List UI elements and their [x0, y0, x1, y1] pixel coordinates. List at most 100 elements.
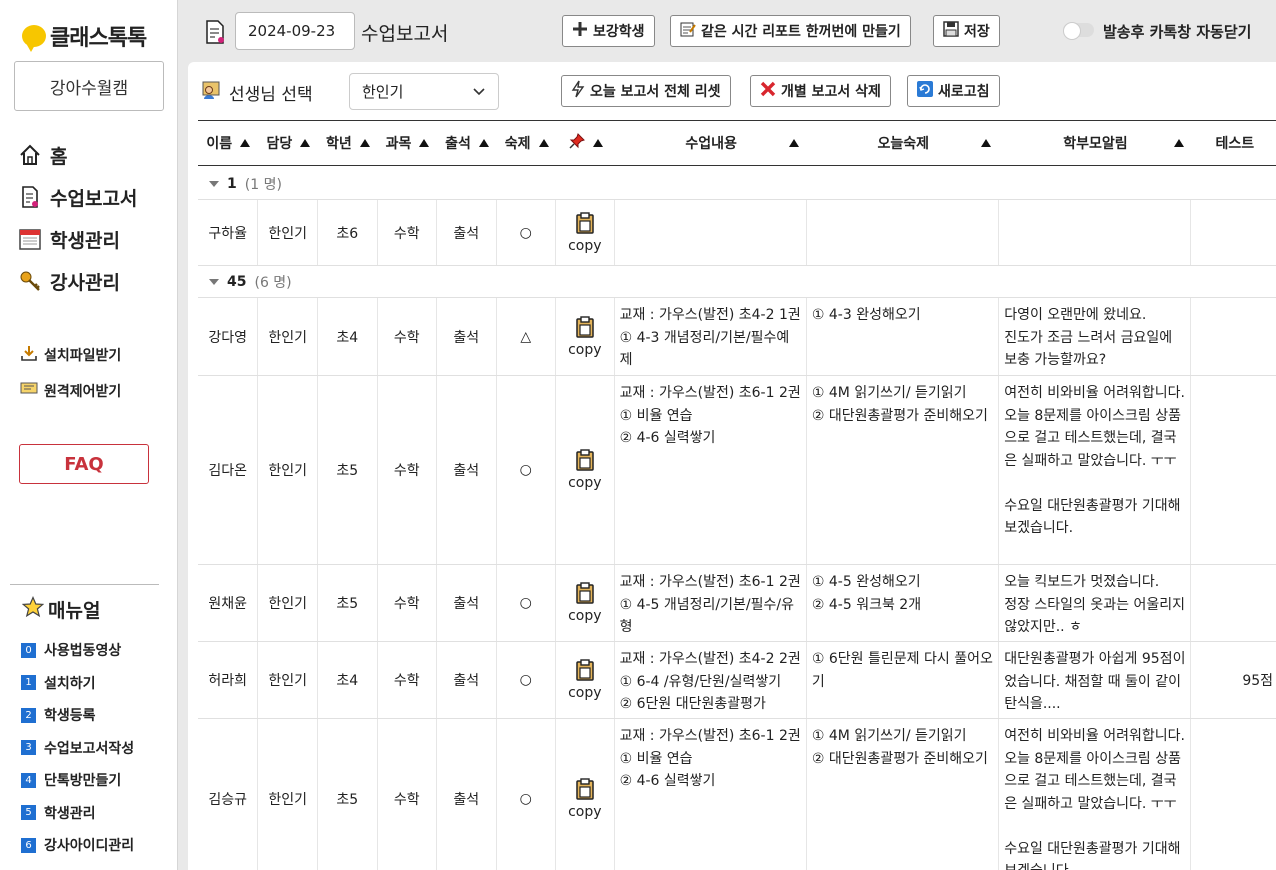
- cell-hw[interactable]: ○: [497, 376, 557, 564]
- copy-button[interactable]: copy: [568, 659, 602, 701]
- cell-today_hw[interactable]: ① 4M 읽기쓰기/ 듣기읽기 ② 대단원총괄평가 준비해오기: [807, 719, 1000, 870]
- save-button[interactable]: 저장: [933, 15, 1000, 47]
- manual-item[interactable]: 1 설치하기: [21, 667, 134, 700]
- table-row[interactable]: 구하율 한인기 초6 수학 출석 ○ copy: [198, 200, 1276, 266]
- manual-item[interactable]: 4 단톡방만들기: [21, 764, 134, 797]
- manual-item[interactable]: 3 수업보고서작성: [21, 732, 134, 765]
- logo[interactable]: 클래스톡톡: [22, 20, 147, 52]
- download-install-link[interactable]: 설치파일받기: [20, 337, 121, 373]
- cell-pin[interactable]: copy: [556, 200, 615, 265]
- cell-today_hw[interactable]: [807, 200, 1000, 265]
- cell-today_hw[interactable]: ① 6단원 틀린문제 다시 풀어오기: [807, 642, 1000, 718]
- manual-item[interactable]: 2 학생등록: [21, 699, 134, 732]
- table-row[interactable]: 원채윤 한인기 초5 수학 출석 ○ copy 교재 : 가우스(발전) 초6-1 2권 ① …: [198, 565, 1276, 642]
- cell-test[interactable]: [1191, 298, 1276, 375]
- cell-parent[interactable]: 여전히 비와비율 어려워합니다. 오늘 8문제를 아이스크림 상품으로 걸고 테…: [999, 376, 1192, 564]
- cell-pin[interactable]: copy: [556, 298, 615, 375]
- nav-item-teachers[interactable]: 강사관리: [18, 260, 137, 302]
- same-time-report-button[interactable]: 같은 시간 리포트 한꺼번에 만들기: [670, 15, 911, 47]
- table-row[interactable]: 강다영 한인기 초4 수학 출석 △ copy 교재 : 가우스(발전) 초4-2 1권 ① …: [198, 298, 1276, 376]
- manual-item[interactable]: 0 사용법동영상: [21, 634, 134, 667]
- cell-content[interactable]: 교재 : 가우스(발전) 초6-1 2권 ① 4-5 개념정리/기본/필수/유형: [615, 565, 807, 641]
- refresh-button[interactable]: 새로고침: [907, 75, 1000, 107]
- remote-control-link[interactable]: 원격제어받기: [20, 373, 121, 409]
- copy-label: copy: [568, 685, 602, 701]
- cell-test[interactable]: [1191, 200, 1276, 265]
- group-header[interactable]: 45 (6 명): [198, 266, 1276, 298]
- cell-attend[interactable]: 출석: [437, 376, 497, 564]
- copy-button[interactable]: copy: [568, 777, 602, 820]
- manual-item[interactable]: 5 학생관리: [21, 797, 134, 830]
- column-header-today_hw[interactable]: 오늘숙제: [807, 121, 999, 165]
- sort-up-icon: [981, 139, 992, 147]
- cell-test[interactable]: 95점: [1191, 642, 1276, 718]
- column-header-hw[interactable]: 숙제: [497, 121, 557, 165]
- cell-attend[interactable]: 출석: [437, 719, 497, 870]
- column-header-grade[interactable]: 학년: [318, 121, 378, 165]
- cell-parent[interactable]: [999, 200, 1192, 265]
- column-header-content[interactable]: 수업내용: [615, 121, 807, 165]
- cell-test[interactable]: [1191, 719, 1276, 870]
- cell-test[interactable]: [1191, 376, 1276, 564]
- cell-teacher: 한인기: [258, 642, 318, 718]
- teacher-label-text: 선생님 선택: [229, 85, 313, 105]
- faq-button[interactable]: FAQ: [19, 444, 149, 484]
- cell-pin[interactable]: copy: [556, 642, 615, 718]
- cell-content[interactable]: 교재 : 가우스(발전) 초4-2 1권 ① 4-3 개념정리/기본/필수예제: [615, 298, 807, 375]
- makeup-student-button[interactable]: 보강학생: [562, 15, 655, 47]
- table-row[interactable]: 김다온 한인기 초5 수학 출석 ○ copy 교재 : 가우스(발전) 초6-1 2권 ① …: [198, 376, 1276, 565]
- cell-hw[interactable]: ○: [497, 642, 557, 718]
- cell-today_hw[interactable]: ① 4-5 완성해오기 ② 4-5 워크북 2개: [807, 565, 1000, 641]
- column-header-parent[interactable]: 학부모알림: [999, 121, 1191, 165]
- cell-parent[interactable]: 다영이 오랜만에 왔네요. 진도가 조금 느려서 금요일에 보충 가능할까요?: [999, 298, 1192, 375]
- monitor-icon: [20, 382, 38, 400]
- column-header-attend[interactable]: 출석: [437, 121, 497, 165]
- cell-hw[interactable]: ○: [497, 200, 557, 265]
- column-header-subject[interactable]: 과목: [378, 121, 438, 165]
- cell-pin[interactable]: copy: [556, 376, 615, 564]
- cell-parent[interactable]: 여전히 비와비율 어려워합니다. 오늘 8문제를 아이스크림 상품으로 걸고 테…: [999, 719, 1192, 870]
- column-header-pin[interactable]: [556, 121, 615, 165]
- cell-pin[interactable]: copy: [556, 565, 615, 641]
- cell-hw[interactable]: ○: [497, 719, 557, 870]
- column-header-test[interactable]: 테스트: [1192, 121, 1276, 165]
- auto-close-label: 발송후 카톡창 자동닫기: [1103, 23, 1252, 41]
- cell-today_hw[interactable]: ① 4-3 완성해오기: [807, 298, 1000, 375]
- nav-item-students[interactable]: 학생관리: [18, 218, 137, 260]
- nav-item-report[interactable]: 수업보고서: [18, 176, 137, 218]
- reset-all-button[interactable]: 오늘 보고서 전체 리셋: [561, 75, 731, 107]
- manual-item-label: 수업보고서작성: [44, 740, 135, 757]
- cell-attend[interactable]: 출석: [437, 298, 497, 375]
- cell-content[interactable]: 교재 : 가우스(발전) 초6-1 2권 ① 비율 연습 ② 4-6 실력쌓기: [615, 719, 807, 870]
- cell-test[interactable]: [1191, 565, 1276, 641]
- cell-attend[interactable]: 출석: [437, 642, 497, 718]
- campus-name[interactable]: 강아수월캠: [14, 61, 164, 111]
- cell-hw[interactable]: △: [497, 298, 557, 375]
- teacher-select[interactable]: 한인기: [349, 73, 499, 110]
- column-header-name[interactable]: 이름: [198, 121, 259, 165]
- cell-content[interactable]: [615, 200, 807, 265]
- cell-content[interactable]: 교재 : 가우스(발전) 초4-2 2권 ① 6-4 /유형/단원/실력쌓기 ②…: [615, 642, 807, 718]
- copy-button[interactable]: copy: [568, 315, 602, 358]
- column-header-teacher[interactable]: 담당: [259, 121, 319, 165]
- cell-pin[interactable]: copy: [556, 719, 615, 870]
- copy-button[interactable]: copy: [568, 211, 602, 254]
- manual-item[interactable]: 7학생등보내기: [21, 862, 134, 870]
- cell-hw[interactable]: ○: [497, 565, 557, 641]
- nav-item-home[interactable]: 홈: [18, 134, 137, 176]
- group-header[interactable]: 1 (1 명): [198, 168, 1276, 200]
- cell-today_hw[interactable]: ① 4M 읽기쓰기/ 듣기읽기 ② 대단원총괄평가 준비해오기: [807, 376, 1000, 564]
- copy-button[interactable]: copy: [568, 449, 602, 491]
- manual-item[interactable]: 6 강사아이디관리: [21, 829, 134, 862]
- cell-attend[interactable]: 출석: [437, 200, 497, 265]
- copy-button[interactable]: copy: [568, 582, 602, 624]
- auto-close-toggle[interactable]: [1063, 22, 1094, 40]
- table-row[interactable]: 김승규 한인기 초5 수학 출석 ○ copy 교재 : 가우스(발전) 초6-1 2권 ① …: [198, 719, 1276, 870]
- cell-parent[interactable]: 오늘 킥보드가 멋졌습니다. 정장 스타일의 옷과는 어울리지 않았지만.. ㅎ: [999, 565, 1192, 641]
- cell-parent[interactable]: 대단원총괄평가 아쉽게 95점이었습니다. 채점할 때 둘이 같이 탄식을...…: [999, 642, 1192, 718]
- date-input[interactable]: [235, 12, 355, 50]
- cell-content[interactable]: 교재 : 가우스(발전) 초6-1 2권 ① 비율 연습 ② 4-6 실력쌓기: [615, 376, 807, 564]
- cell-attend[interactable]: 출석: [437, 565, 497, 641]
- table-row[interactable]: 허라희 한인기 초4 수학 출석 ○ copy 교재 : 가우스(발전) 초4-2 2권 ① …: [198, 642, 1276, 719]
- delete-report-button[interactable]: 개별 보고서 삭제: [750, 75, 891, 107]
